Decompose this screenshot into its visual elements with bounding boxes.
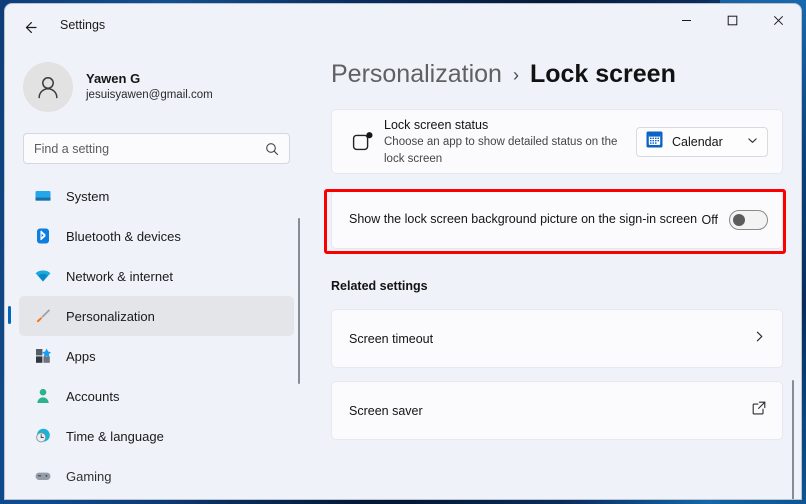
account-block[interactable]: Yawen G jesuisyawen@gmail.com xyxy=(5,50,310,112)
sidebar-scrollbar[interactable] xyxy=(298,218,300,384)
screen-timeout-label: Screen timeout xyxy=(349,331,434,346)
toggle-knob xyxy=(733,213,745,226)
sidebar-item-time-language[interactable]: Time & language xyxy=(19,416,294,456)
maximize-icon xyxy=(727,15,737,25)
monitor-icon xyxy=(33,186,53,206)
sidebar-item-label: Accounts xyxy=(66,388,120,404)
breadcrumb: Personalization › Lock screen xyxy=(331,62,676,87)
screen-saver-label: Screen saver xyxy=(349,403,423,418)
calendar-icon xyxy=(646,131,663,153)
main-content: Personalization › Lock screen Lock scree… xyxy=(310,50,801,499)
sidebar: Yawen G jesuisyawen@gmail.com Find a set… xyxy=(5,50,310,499)
breadcrumb-separator-icon: › xyxy=(512,64,519,85)
sidebar-item-personalization[interactable]: Personalization xyxy=(8,296,294,336)
lock-screen-status-card: Lock screen status Choose an app to show… xyxy=(331,109,783,174)
search-icon xyxy=(266,142,279,155)
minimize-icon xyxy=(681,19,691,21)
lock-screen-status-dropdown[interactable]: Calendar xyxy=(636,126,768,157)
account-text: Yawen G jesuisyawen@gmail.com xyxy=(86,70,213,103)
back-button[interactable] xyxy=(15,12,45,42)
related-settings-header: Related settings xyxy=(331,279,428,293)
paintbrush-icon xyxy=(33,306,53,326)
window-controls xyxy=(663,4,801,36)
wifi-icon xyxy=(33,266,53,286)
person-avatar-icon xyxy=(38,77,58,99)
sidebar-item-label: Bluetooth & devices xyxy=(66,228,181,244)
sidebar-item-label: System xyxy=(66,188,110,204)
sidebar-nav: System Bluetooth & devices Network & int… xyxy=(8,176,294,496)
page-title: Lock screen xyxy=(529,60,676,88)
sidebar-item-gaming[interactable]: Gaming xyxy=(19,456,294,496)
title-bar: Settings xyxy=(5,4,801,50)
background-picture-toggle[interactable] xyxy=(729,209,768,230)
sidebar-item-apps[interactable]: Apps xyxy=(19,336,294,376)
screen-timeout-row[interactable]: Screen timeout xyxy=(331,309,783,368)
window-title: Settings xyxy=(60,18,106,32)
sidebar-item-bluetooth-devices[interactable]: Bluetooth & devices xyxy=(19,216,294,256)
minimize-button[interactable] xyxy=(663,4,709,36)
clock-globe-icon xyxy=(33,426,53,446)
close-button[interactable] xyxy=(755,4,801,36)
sidebar-item-label: Time & language xyxy=(66,428,164,444)
back-arrow-icon xyxy=(25,21,37,33)
background-picture-title: Show the lock screen background picture … xyxy=(349,212,698,227)
lock-screen-status-icon xyxy=(346,131,380,153)
sidebar-item-label: Personalization xyxy=(66,308,155,324)
lock-screen-status-title: Lock screen status xyxy=(384,118,489,133)
dropdown-value: Calendar xyxy=(672,134,723,149)
person-icon xyxy=(33,386,53,406)
sidebar-item-label: Network & internet xyxy=(66,268,173,284)
search-placeholder: Find a setting xyxy=(34,141,110,156)
breadcrumb-parent[interactable]: Personalization xyxy=(331,62,502,87)
main-scrollbar[interactable] xyxy=(792,380,794,499)
bluetooth-icon xyxy=(33,226,53,246)
apps-grid-icon xyxy=(33,346,53,366)
chevron-right-icon xyxy=(753,330,766,348)
sidebar-item-label: Apps xyxy=(66,348,96,364)
maximize-button[interactable] xyxy=(709,4,755,36)
chevron-down-icon xyxy=(747,133,758,151)
sidebar-item-network-internet[interactable]: Network & internet xyxy=(19,256,294,296)
search-input[interactable]: Find a setting xyxy=(23,133,290,164)
account-email: jesuisyawen@gmail.com xyxy=(86,89,213,102)
settings-window: Settings Yawen G jesuisyawen@gmail.com F… xyxy=(4,3,802,500)
close-icon xyxy=(773,15,783,25)
sidebar-item-accounts[interactable]: Accounts xyxy=(19,376,294,416)
screen-saver-row[interactable]: Screen saver xyxy=(331,381,783,440)
lock-screen-status-subtitle: Choose an app to show detailed status on… xyxy=(384,136,618,165)
sidebar-item-system[interactable]: System xyxy=(19,176,294,216)
gaming-controller-icon xyxy=(33,466,53,486)
external-link-icon xyxy=(752,401,766,420)
account-name: Yawen G xyxy=(86,71,141,87)
avatar xyxy=(23,62,73,112)
background-picture-card: Show the lock screen background picture … xyxy=(331,190,783,249)
sidebar-item-label: Gaming xyxy=(66,468,112,484)
toggle-state-label: Off xyxy=(701,212,718,227)
